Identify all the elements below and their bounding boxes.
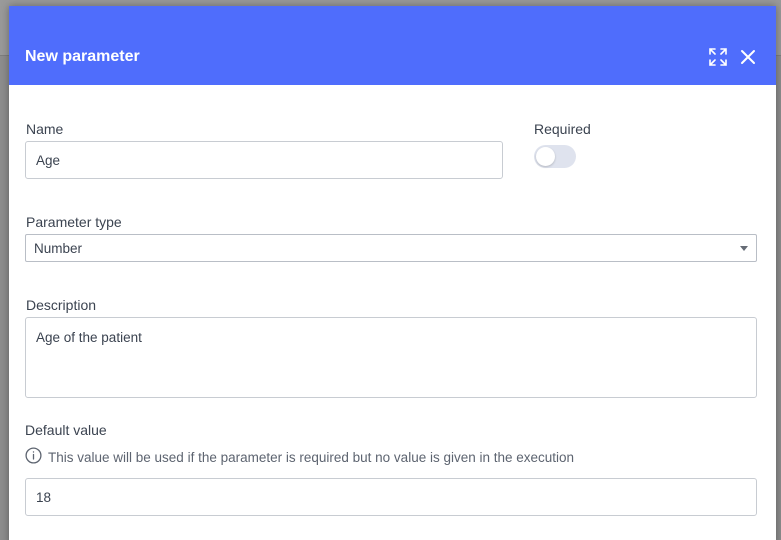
name-input[interactable]: Age (25, 141, 503, 179)
info-icon (25, 447, 42, 467)
default-value-hint: This value will be used if the parameter… (25, 447, 574, 467)
close-icon[interactable] (738, 47, 758, 67)
parameter-type-value: Number (34, 240, 83, 256)
dialog-title: New parameter (25, 47, 140, 65)
parameter-type-label: Parameter type (26, 214, 122, 230)
toggle-knob (536, 147, 555, 166)
dialog-header: New parameter (9, 6, 776, 85)
description-label: Description (26, 297, 97, 313)
default-value-input[interactable]: 18 (25, 478, 757, 516)
description-value: Age of the patient (36, 330, 142, 345)
chevron-down-icon (740, 245, 748, 251)
new-parameter-dialog: New parameter Name Age Required Paramete… (9, 6, 776, 540)
default-value-hint-text: This value will be used if the parameter… (48, 449, 575, 465)
default-value-label: Default value (25, 422, 107, 438)
required-toggle[interactable] (534, 145, 576, 168)
name-input-value: Age (36, 152, 61, 168)
description-textarea[interactable]: Age of the patient (25, 317, 757, 398)
parameter-type-select[interactable]: Number (25, 234, 757, 262)
dialog-actions (708, 25, 758, 67)
name-label: Name (26, 121, 64, 137)
expand-icon[interactable] (708, 47, 728, 67)
required-label: Required (534, 121, 591, 137)
default-value-input-value: 18 (36, 489, 52, 505)
